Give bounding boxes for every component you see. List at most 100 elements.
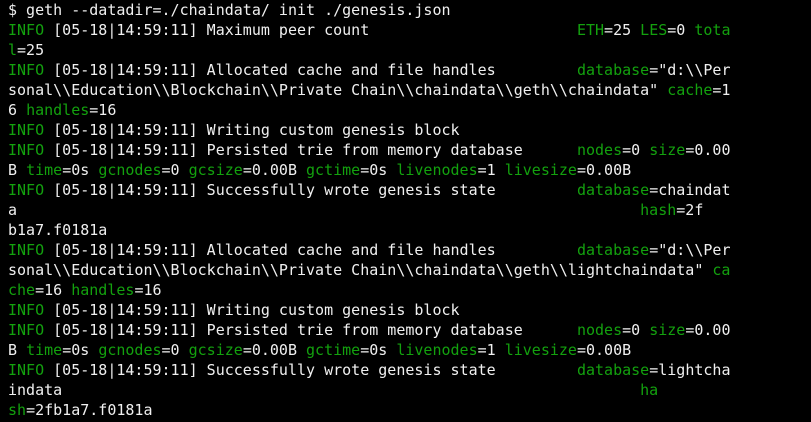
log-key-text: database xyxy=(576,241,650,259)
log-key-text: INFO xyxy=(8,181,45,199)
log-key-text: LES xyxy=(640,21,668,39)
log-key-text: database xyxy=(576,61,650,79)
log-text: =0 xyxy=(161,161,189,179)
log-text: [05-18|14:59:11] Allocated cache and fil… xyxy=(44,241,577,259)
log-key-text: sh xyxy=(8,401,27,419)
log-text: =16 xyxy=(89,101,117,119)
log-key-text: ETH xyxy=(576,21,605,39)
log-line: INFO [05-18|14:59:11] Successfully wrote… xyxy=(8,180,811,200)
log-text: 6 xyxy=(8,101,27,119)
log-key-text: gctime xyxy=(306,341,361,359)
log-line: che=16 handles=16 xyxy=(8,280,811,300)
log-text: $ geth --datadir=./chaindata/ init ./gen… xyxy=(8,1,451,19)
log-line: l=25 xyxy=(8,40,811,60)
log-text: [05-18|14:59:11] Maximum peer count xyxy=(44,21,577,39)
log-key-text: ca xyxy=(712,261,731,279)
log-key-text: INFO xyxy=(8,21,45,39)
log-key-text: che xyxy=(8,281,36,299)
log-text: =0.00B xyxy=(242,341,307,359)
log-line: INFO [05-18|14:59:11] Writing custom gen… xyxy=(8,120,811,140)
log-text: ="d:\\Per xyxy=(649,61,731,79)
log-text: ="d:\\Per xyxy=(649,241,731,259)
log-text: [05-18|14:59:11] Writing custom genesis … xyxy=(44,301,460,319)
log-key-text: size xyxy=(649,141,686,159)
log-text: =0.00 xyxy=(685,141,731,159)
log-text: a xyxy=(8,201,641,219)
log-line: B time=0s gcnodes=0 gcsize=0.00B gctime=… xyxy=(8,340,811,360)
log-text: =25 xyxy=(604,21,641,39)
log-text: =0.00B xyxy=(576,161,632,179)
command-line: $ geth --datadir=./chaindata/ init ./gen… xyxy=(8,0,811,20)
log-text: =0 xyxy=(161,341,189,359)
terminal-window[interactable]: $ geth --datadir=./chaindata/ init ./gen… xyxy=(0,0,811,422)
log-key-text: handles xyxy=(26,101,90,119)
log-key-text: INFO xyxy=(8,361,45,379)
log-key-text: INFO xyxy=(8,241,45,259)
log-line: INFO [05-18|14:59:11] Persisted trie fro… xyxy=(8,320,811,340)
log-text: B xyxy=(8,161,27,179)
log-key-text: gcsize xyxy=(188,341,243,359)
log-text: =0s xyxy=(360,341,397,359)
log-key-text: INFO xyxy=(8,321,45,339)
log-text: =1 xyxy=(477,341,505,359)
log-line: INFO [05-18|14:59:11] Writing custom gen… xyxy=(8,300,811,320)
log-key-text: time xyxy=(26,161,63,179)
log-key-text: INFO xyxy=(8,141,45,159)
log-line: INFO [05-18|14:59:11] Allocated cache an… xyxy=(8,240,811,260)
log-line: b1a7.f0181a xyxy=(8,220,811,240)
log-line: INFO [05-18|14:59:11] Maximum peer count… xyxy=(8,20,811,40)
log-text: =1 xyxy=(712,81,731,99)
log-text: =1 xyxy=(477,161,505,179)
log-text: =2fb1a7.f0181a xyxy=(26,401,153,419)
log-text: =0.00B xyxy=(242,161,307,179)
log-text: [05-18|14:59:11] Successfully wrote gene… xyxy=(44,361,577,379)
log-line: 6 handles=16 xyxy=(8,100,811,120)
log-text: =0s xyxy=(360,161,397,179)
log-text: =25 xyxy=(17,41,45,59)
log-key-text: gctime xyxy=(306,161,361,179)
log-key-text: livesize xyxy=(504,161,577,179)
log-key-text: nodes xyxy=(576,321,623,339)
log-text: [05-18|14:59:11] Persisted trie from mem… xyxy=(44,141,577,159)
log-line: INFO [05-18|14:59:11] Persisted trie fro… xyxy=(8,140,811,160)
log-text: B xyxy=(8,341,27,359)
log-text: b1a7.f0181a xyxy=(8,221,108,239)
log-key-text: database xyxy=(576,361,650,379)
log-text: [05-18|14:59:11] Persisted trie from mem… xyxy=(44,321,577,339)
log-line: INFO [05-18|14:59:11] Allocated cache an… xyxy=(8,60,811,80)
log-line: a hash=2f xyxy=(8,200,811,220)
log-text: =0.00B xyxy=(576,341,632,359)
log-text: indata xyxy=(8,381,641,399)
log-line: B time=0s gcnodes=0 gcsize=0.00B gctime=… xyxy=(8,160,811,180)
log-key-text: cache xyxy=(667,81,713,99)
log-text: =0.00 xyxy=(685,321,731,339)
log-text: =0s xyxy=(62,341,99,359)
log-key-text: l xyxy=(8,41,18,59)
log-text: sonal\\Education\\Blockchain\\Private Ch… xyxy=(8,261,713,279)
log-key-text: handles xyxy=(71,281,135,299)
log-text: =16 xyxy=(134,281,162,299)
log-key-text: hash xyxy=(640,201,677,219)
log-key-text: INFO xyxy=(8,301,45,319)
log-line: INFO [05-18|14:59:11] Successfully wrote… xyxy=(8,360,811,380)
log-key-text: livenodes xyxy=(396,161,478,179)
log-text: [05-18|14:59:11] Writing custom genesis … xyxy=(44,121,460,139)
log-line: sonal\\Education\\Blockchain\\Private Ch… xyxy=(8,260,811,280)
log-line: indata ha xyxy=(8,380,811,400)
log-line: sonal\\Education\\Blockchain\\Private Ch… xyxy=(8,80,811,100)
log-text: =0s xyxy=(62,161,99,179)
log-key-text: time xyxy=(26,341,63,359)
log-text: [05-18|14:59:11] Allocated cache and fil… xyxy=(44,61,577,79)
log-text: =chaindat xyxy=(649,181,731,199)
log-key-text: gcsize xyxy=(188,161,243,179)
log-key-text: ha xyxy=(640,381,659,399)
log-text: =0 xyxy=(667,21,695,39)
log-text: =0 xyxy=(622,141,650,159)
log-text: [05-18|14:59:11] Successfully wrote gene… xyxy=(44,181,577,199)
log-key-text: size xyxy=(649,321,686,339)
log-key-text: gcnodes xyxy=(98,341,162,359)
log-key-text: nodes xyxy=(576,141,623,159)
log-text: =0 xyxy=(622,321,650,339)
log-text: sonal\\Education\\Blockchain\\Private Ch… xyxy=(8,81,668,99)
log-line: sh=2fb1a7.f0181a xyxy=(8,400,811,420)
